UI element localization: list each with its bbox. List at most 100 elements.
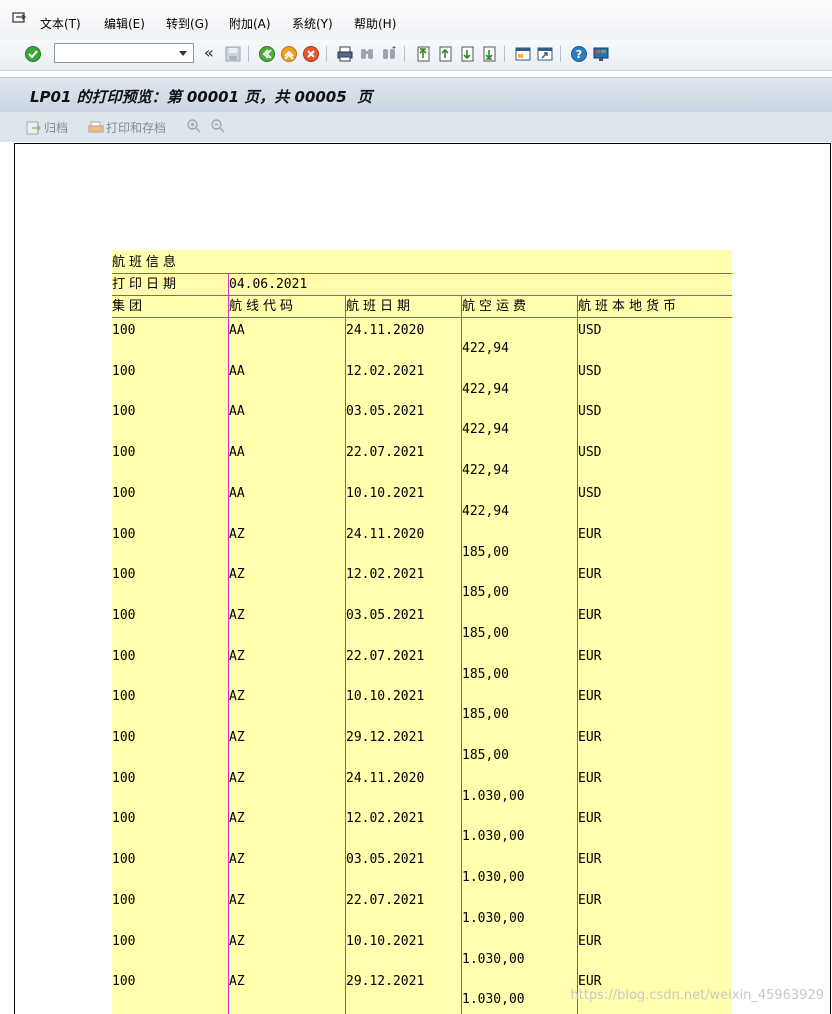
table-cell-date: 29.12.2021 xyxy=(346,730,425,745)
menu-bar: 文本(T) 编辑(E) 转到(G) 附加(A) 系统(Y) 帮助(H) xyxy=(0,0,832,41)
page-title: LP01 的打印预览：第 00001 页，共 00005 页 xyxy=(30,88,373,106)
table-cell-currency: USD xyxy=(578,485,602,501)
new-session-icon[interactable] xyxy=(514,45,532,63)
menu-item-system[interactable]: 系统(Y) xyxy=(292,15,333,32)
table-cell-route: AZ xyxy=(229,811,245,827)
column-header-date: 航班日期 xyxy=(346,299,415,314)
table-cell-fare: 185,00 xyxy=(462,707,509,723)
table-cell-currency: USD xyxy=(578,363,602,379)
back-icon[interactable] xyxy=(258,45,276,63)
table-cell-group: 100 xyxy=(112,811,136,827)
table-cell-fare: 185,00 xyxy=(462,544,509,560)
column-header-group: 集团 xyxy=(112,299,147,314)
table-cell-route: AA xyxy=(229,445,245,461)
toolbar-separator xyxy=(560,46,561,62)
title-bar: LP01 的打印预览：第 00001 页，共 00005 页 xyxy=(0,77,832,113)
print-date-label: 打印日期 xyxy=(112,277,181,292)
table-cell-route: AZ xyxy=(229,648,245,664)
find-icon[interactable] xyxy=(358,45,376,63)
table-cell-fare: 1.030,00 xyxy=(462,788,525,804)
table-cell-route: AA xyxy=(229,485,245,501)
table-cell-fare: 185,00 xyxy=(462,666,509,682)
print-icon[interactable] xyxy=(336,45,354,63)
table-cell-route: AZ xyxy=(229,892,245,908)
divider xyxy=(112,295,732,296)
table-cell-currency: EUR xyxy=(578,770,602,786)
table-cell-fare: 422,94 xyxy=(462,422,509,438)
table-cell-currency: USD xyxy=(578,323,602,338)
help-icon[interactable]: ? xyxy=(570,45,588,63)
table-cell-group: 100 xyxy=(112,526,136,542)
table-cell-date: 22.07.2021 xyxy=(346,445,425,461)
table-cell-date: 10.10.2021 xyxy=(346,689,425,705)
toolbar-separator xyxy=(326,46,327,62)
table-cell-currency: EUR xyxy=(578,607,602,623)
enter-icon[interactable] xyxy=(24,45,42,63)
column-header-route: 航线代码 xyxy=(229,299,298,314)
table-cell-route: AZ xyxy=(229,607,245,623)
command-field[interactable] xyxy=(54,43,194,63)
table-cell-fare: 1.030,00 xyxy=(462,829,525,845)
next-page-icon[interactable] xyxy=(458,45,476,63)
table-cell-date: 22.07.2021 xyxy=(346,648,425,664)
table-cell-route: AA xyxy=(229,323,245,338)
table-cell-currency: EUR xyxy=(578,689,602,705)
table-cell-fare: 1.030,00 xyxy=(462,910,525,926)
table-cell-group: 100 xyxy=(112,852,136,868)
table-cell-currency: EUR xyxy=(578,852,602,868)
table-cell-date: 03.05.2021 xyxy=(346,852,425,868)
table-cell-group: 100 xyxy=(112,607,136,623)
report-header-title: 航班信息 xyxy=(112,255,181,270)
cancel-icon[interactable] xyxy=(302,45,320,63)
menu-icon[interactable] xyxy=(12,12,28,26)
print-preview-area[interactable]: 航班信息 打印日期 04.06.2021 集团 航线代码 航班日期 航空运费 航… xyxy=(14,143,831,1014)
table-cell-date: 10.10.2021 xyxy=(346,933,425,949)
exit-icon[interactable] xyxy=(280,45,298,63)
table-cell-date: 10.10.2021 xyxy=(346,485,425,501)
table-cell-group: 100 xyxy=(112,323,136,338)
table-cell-group: 100 xyxy=(112,445,136,461)
zoom-out-icon[interactable] xyxy=(210,118,226,134)
table-cell-currency: EUR xyxy=(578,811,602,827)
first-page-icon[interactable] xyxy=(414,45,432,63)
table-cell-date: 22.07.2021 xyxy=(346,892,425,908)
table-cell-group: 100 xyxy=(112,404,136,420)
table-cell-date: 12.02.2021 xyxy=(346,567,425,583)
customize-layout-icon[interactable] xyxy=(592,45,610,63)
table-cell-date: 12.02.2021 xyxy=(346,811,425,827)
menu-item-extras[interactable]: 附加(A) xyxy=(229,15,271,32)
table-cell-group: 100 xyxy=(112,363,136,379)
table-cell-fare: 1.030,00 xyxy=(462,951,525,967)
toolbar-separator xyxy=(404,46,405,62)
menu-item-text[interactable]: 文本(T) xyxy=(40,15,81,32)
toolbar-separator xyxy=(248,46,249,62)
table-cell-route: AZ xyxy=(229,730,245,745)
save-icon[interactable] xyxy=(224,45,242,63)
menu-item-help[interactable]: 帮助(H) xyxy=(354,15,396,32)
divider xyxy=(112,317,732,318)
chevron-down-icon[interactable] xyxy=(179,51,187,56)
table-cell-group: 100 xyxy=(112,730,136,745)
table-cell-group: 100 xyxy=(112,974,136,990)
table-cell-route: AZ xyxy=(229,770,245,786)
table-cell-currency: EUR xyxy=(578,648,602,664)
table-cell-currency: EUR xyxy=(578,933,602,949)
shortcut-icon[interactable] xyxy=(536,45,554,63)
menu-item-goto[interactable]: 转到(G) xyxy=(166,15,209,32)
table-cell-currency: EUR xyxy=(578,526,602,542)
divider xyxy=(112,273,732,274)
archive-button[interactable]: 归档 xyxy=(26,119,68,138)
collapse-chevron-icon[interactable]: « xyxy=(204,44,214,62)
table-cell-group: 100 xyxy=(112,485,136,501)
column-header-currency: 航班本地货币 xyxy=(578,299,681,314)
standard-toolbar: « ? xyxy=(0,40,832,71)
last-page-icon[interactable] xyxy=(480,45,498,63)
find-next-icon[interactable] xyxy=(380,45,398,63)
zoom-in-icon[interactable] xyxy=(186,118,202,134)
table-cell-route: AZ xyxy=(229,974,245,990)
table-cell-currency: EUR xyxy=(578,892,602,908)
menu-item-edit[interactable]: 编辑(E) xyxy=(104,15,145,32)
table-cell-date: 03.05.2021 xyxy=(346,607,425,623)
previous-page-icon[interactable] xyxy=(436,45,454,63)
print-and-archive-button[interactable]: 打印和存档 xyxy=(88,119,166,138)
